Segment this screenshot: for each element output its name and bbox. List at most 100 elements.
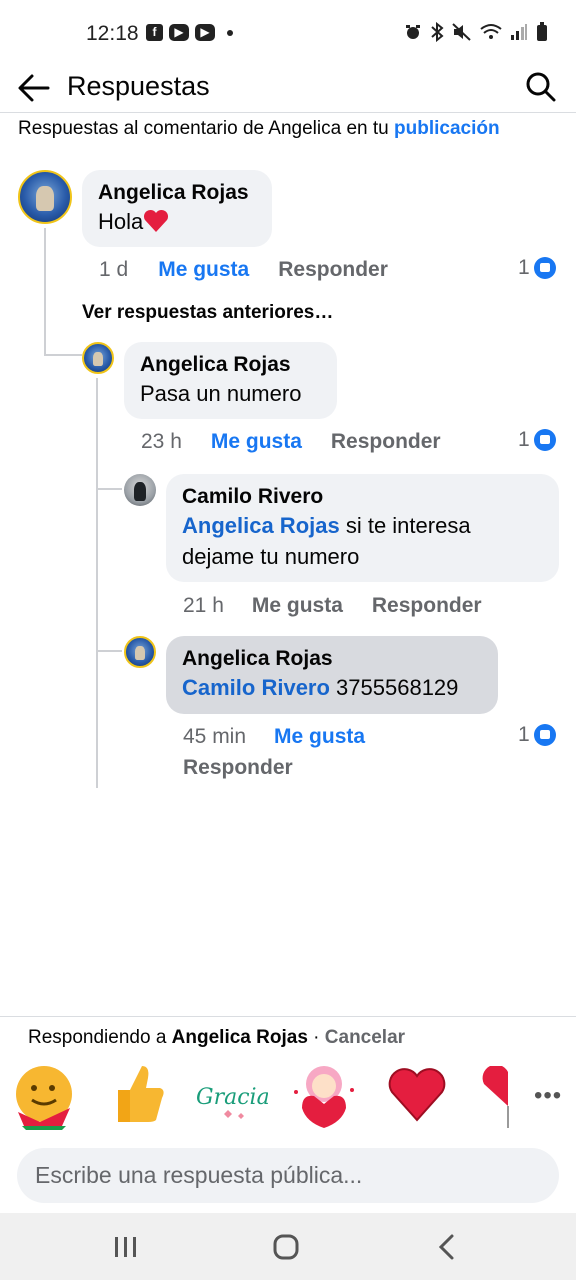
comment-text: Camilo Rivero 3755568129 [182, 672, 482, 703]
header-divider [0, 112, 576, 113]
bluetooth-icon [431, 22, 444, 42]
comment-actions: 1 d Me gusta Responder [99, 258, 388, 282]
context-text: Respuestas al comentario de Angelica en … [18, 118, 395, 139]
commenter-name[interactable]: Camilo Rivero [182, 484, 543, 510]
red-heart-sticker[interactable] [388, 1066, 446, 1122]
notification-icons: f ▶ ▶ [146, 24, 233, 41]
sticker-suggestions: Gracias ••• [10, 1062, 566, 1132]
avatar-figure [133, 482, 147, 502]
avatar-figure [134, 645, 146, 660]
search-icon[interactable] [524, 70, 556, 102]
avatar[interactable] [82, 342, 114, 374]
comment-bubble[interactable]: Camilo Rivero Angelica Rojas si te inter… [166, 474, 559, 582]
replying-prefix: Respondiendo a [28, 1027, 172, 1048]
comment-bubble[interactable]: Angelica Rojas Hola [82, 170, 272, 247]
comment-time: 1 d [99, 258, 129, 281]
avatar[interactable] [124, 474, 156, 506]
more-notifications-dot [227, 29, 233, 36]
youtube-notification-icon: ▶ [169, 24, 189, 41]
system-icons [404, 22, 548, 42]
like-button[interactable]: Me gusta [274, 725, 365, 749]
comment-text: Angelica Rojas si te interesa [182, 510, 543, 541]
replying-separator: · [307, 1027, 325, 1048]
comment-body: Hola [98, 209, 144, 234]
commenter-name[interactable]: Angelica Rojas [98, 180, 256, 206]
recent-apps-icon[interactable] [110, 1231, 142, 1263]
thread-line [96, 488, 122, 490]
like-count-value: 1 [518, 723, 530, 746]
heart-emoji-icon [144, 209, 169, 232]
back-arrow-icon[interactable] [16, 70, 52, 106]
like-count-value: 1 [518, 256, 530, 279]
more-stickers-icon[interactable]: ••• [534, 1082, 562, 1110]
like-reaction-icon [533, 429, 556, 451]
system-navigation-bar [0, 1213, 576, 1280]
thread-line [44, 354, 82, 356]
replying-to-bar: Respondiendo a Angelica Rojas · Cancelar [28, 1027, 405, 1049]
cancel-reply-button[interactable]: Cancelar [325, 1027, 405, 1048]
comment-bubble[interactable]: Angelica Rojas Pasa un numero [124, 342, 337, 419]
comment-actions: 45 min Me gusta Responder [183, 725, 365, 780]
gracias-sticker-text: Gracias [196, 1085, 268, 1110]
thread-line [96, 378, 98, 788]
like-button[interactable]: Me gusta [158, 258, 249, 282]
like-reaction-icon [533, 724, 556, 746]
comment-bubble-selected[interactable]: Angelica Rojas Camilo Rivero 3755568129 [166, 636, 498, 714]
wifi-icon [480, 24, 502, 39]
view-previous-replies-link[interactable]: Ver respuestas anteriores… [82, 302, 333, 324]
alarm-icon [406, 25, 420, 39]
reply-button[interactable]: Responder [183, 756, 365, 780]
page-title: Respuestas [67, 71, 210, 101]
reply-context: Respuestas al comentario de Angelica en … [18, 118, 500, 140]
hug-emoji-sticker[interactable] [10, 1062, 78, 1130]
status-bar: 12:18 f ▶ ▶ [0, 0, 576, 68]
comment-actions: 23 h Me gusta Responder [141, 430, 441, 454]
publication-link[interactable]: publicación [394, 118, 500, 139]
battery-icon [537, 22, 547, 41]
avatar-figure [36, 186, 54, 211]
avatar[interactable] [124, 636, 156, 668]
comment-text: Hola [98, 206, 256, 237]
like-button[interactable]: Me gusta [211, 430, 302, 454]
reply-button[interactable]: Responder [372, 594, 482, 618]
facebook-notification-icon: f [146, 24, 163, 41]
like-count[interactable]: 1 [518, 256, 556, 280]
comment-text-line: dejame tu numero [182, 544, 360, 569]
status-time: 12:18 [86, 22, 139, 45]
reply-button[interactable]: Responder [331, 430, 441, 454]
like-reaction-icon [533, 257, 556, 279]
reply-input[interactable]: Escribe una respuesta pública... [17, 1148, 559, 1203]
mention-link[interactable]: Angelica Rojas [182, 513, 340, 538]
thread-line [44, 228, 46, 356]
like-count[interactable]: 1 [518, 723, 556, 747]
thumbs-up-sticker[interactable] [108, 1062, 168, 1126]
commenter-name[interactable]: Angelica Rojas [182, 646, 482, 672]
balloon-heart-sticker[interactable] [476, 1066, 512, 1130]
home-icon[interactable] [270, 1231, 302, 1263]
comment-actions: 21 h Me gusta Responder [183, 594, 482, 618]
thread-line [96, 650, 122, 652]
replying-name: Angelica Rojas [171, 1027, 308, 1048]
avatar[interactable] [18, 170, 72, 224]
app-header: Respuestas [0, 62, 576, 112]
comment-body: si te interesa [339, 513, 471, 538]
comment-time: 23 h [141, 430, 182, 453]
comment-time: 21 h [183, 594, 224, 617]
comment-text: Pasa un numero [140, 381, 302, 406]
like-count-value: 1 [518, 428, 530, 451]
like-button[interactable]: Me gusta [252, 594, 343, 618]
mute-icon [452, 23, 471, 41]
gracias-sticker[interactable]: Gracias [194, 1074, 268, 1122]
mention-link[interactable]: Camilo Rivero [182, 675, 330, 700]
comment-body: 3755568129 [329, 675, 459, 700]
commenter-name[interactable]: Angelica Rojas [140, 352, 321, 378]
youtube-notification-icon: ▶ [195, 24, 215, 41]
comment-time: 45 min [183, 725, 247, 748]
composer-divider [0, 1016, 576, 1017]
signal-icon [511, 24, 527, 40]
like-count[interactable]: 1 [518, 428, 556, 452]
reply-button[interactable]: Responder [278, 258, 388, 282]
girl-heart-sticker[interactable] [290, 1062, 358, 1130]
avatar-figure [92, 351, 104, 366]
back-icon[interactable] [432, 1231, 464, 1263]
